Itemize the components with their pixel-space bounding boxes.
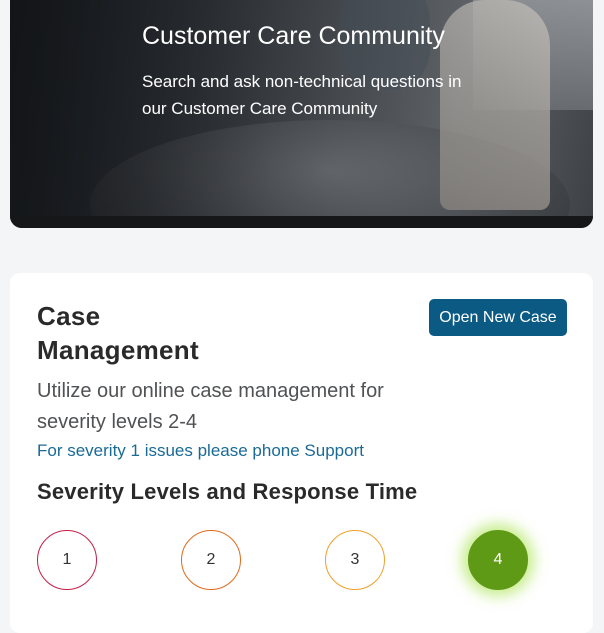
severity-levels-title: Severity Levels and Response Time [37,479,418,504]
case-management-description: Utilize our online case management for s… [37,380,384,433]
severity-levels-list: 1 2 3 4 [10,530,593,600]
hero-description: Search and ask non-technical questions i… [142,72,462,118]
phone-support-link[interactable]: For severity 1 issues please phone Suppo… [37,441,364,461]
severity-level-4-selected[interactable]: 4 [468,530,528,590]
hero-title: Customer Care Community [142,22,445,50]
customer-care-community-banner[interactable]: Customer Care Community Search and ask n… [10,0,593,228]
case-management-card: Case Management Open New Case Utilize ou… [10,273,593,633]
severity-level-1[interactable]: 1 [37,530,97,590]
severity-level-2[interactable]: 2 [181,530,241,590]
case-management-title: Case Management [37,301,199,365]
severity-level-3[interactable]: 3 [325,530,385,590]
open-new-case-button[interactable]: Open New Case [429,299,567,336]
